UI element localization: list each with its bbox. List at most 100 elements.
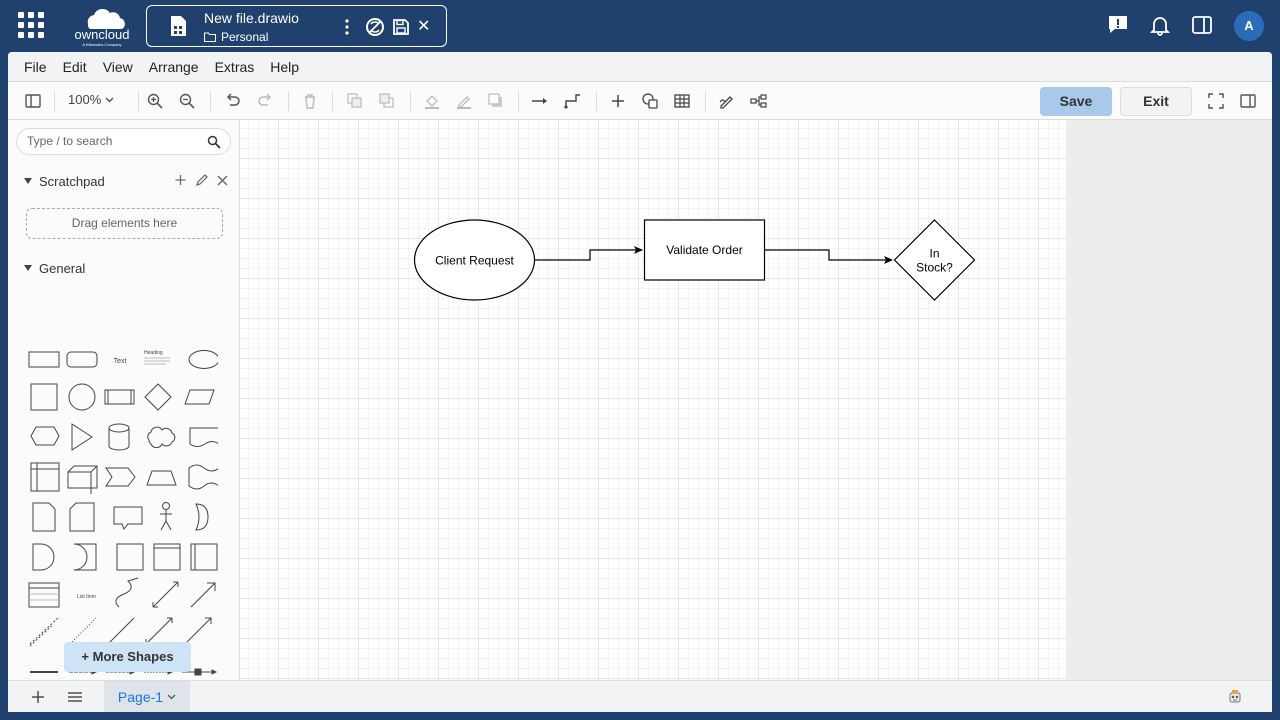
shape-card: [69, 502, 95, 532]
to-back-icon[interactable]: [378, 92, 396, 110]
format-panel-toggle-icon[interactable]: [24, 92, 42, 110]
general-shapes-palette[interactable]: Text Heading List Item: [28, 290, 218, 630]
canvas-area[interactable]: Client Request Validate Order In Stock?: [240, 120, 1272, 680]
menu-edit[interactable]: Edit: [63, 59, 87, 75]
shapes-icon[interactable]: [641, 92, 659, 110]
feedback-icon[interactable]: [1107, 14, 1129, 36]
shape-line: [107, 617, 135, 645]
insert-plus-icon[interactable]: [609, 92, 627, 110]
waypoints-icon[interactable]: [564, 92, 582, 110]
shape-bidirectional-connector: [145, 617, 173, 645]
scratchpad-dropzone[interactable]: Drag elements here: [26, 208, 223, 239]
menu-view[interactable]: View: [103, 59, 133, 75]
collapse-triangle-icon: [24, 178, 32, 184]
chevron-down-icon: [105, 97, 114, 102]
connection-arrow-icon[interactable]: [531, 92, 549, 110]
zoom-out-icon[interactable]: [178, 92, 196, 110]
collapse-triangle-icon: [24, 265, 32, 271]
pages-menu-icon[interactable]: [67, 689, 83, 705]
edit-pencil-icon[interactable]: [195, 173, 208, 187]
shapes-sidebar: Scratchpad Drag elements here General Te…: [8, 120, 240, 680]
freehand-draw-icon[interactable]: [718, 92, 736, 110]
node-validate-order-label: Validate Order: [666, 243, 742, 257]
scratchpad-header[interactable]: Scratchpad: [24, 171, 229, 191]
shape-parallelogram: [184, 389, 215, 405]
shape-text[interactable]: Text: [114, 358, 127, 365]
shape-cube: [67, 465, 98, 494]
exit-button[interactable]: Exit: [1120, 87, 1192, 116]
logo-text: owncloud: [75, 27, 130, 42]
format-sidebar-toggle-icon[interactable]: [1239, 92, 1257, 110]
add-icon[interactable]: [174, 173, 187, 187]
save-button[interactable]: Save: [1040, 87, 1112, 116]
table-icon[interactable]: [673, 92, 691, 110]
file-location-label: Personal: [221, 30, 269, 44]
menu-bar: File Edit View Arrange Extras Help: [8, 52, 1272, 82]
diagram[interactable]: Client Request Validate Order In Stock?: [240, 120, 1066, 680]
shape-rounded-rectangle: [66, 351, 98, 368]
page-tab-label: Page-1: [117, 689, 164, 705]
user-avatar[interactable]: A: [1234, 11, 1264, 41]
shape-process: [104, 389, 135, 405]
more-options-icon[interactable]: [343, 18, 351, 36]
menu-extras[interactable]: Extras: [215, 59, 255, 75]
shape-rectangle: [28, 351, 60, 368]
file-location[interactable]: Personal: [204, 30, 268, 44]
layout-tree-icon[interactable]: [750, 92, 768, 110]
node-in-stock-label-line-1: In: [929, 247, 939, 261]
owncloud-logo[interactable]: owncloud A Kiteworks Company: [64, 4, 140, 48]
zoom-value: 100%: [68, 92, 102, 107]
search-input[interactable]: [27, 134, 197, 148]
shape-trapezoid: [146, 470, 177, 486]
zoom-select[interactable]: 100%: [68, 92, 114, 107]
more-shapes-button[interactable]: + More Shapes: [64, 642, 191, 672]
fill-color-icon[interactable]: [423, 92, 441, 110]
delete-icon[interactable]: [301, 92, 319, 110]
to-front-icon[interactable]: [346, 92, 364, 110]
node-client-request-label: Client Request: [435, 254, 514, 268]
shape-cloud: [147, 426, 176, 449]
shape-callout: [113, 506, 143, 530]
add-page-icon[interactable]: [30, 689, 46, 705]
tab-page-1[interactable]: Page-1: [104, 681, 190, 712]
zoom-in-icon[interactable]: [146, 92, 164, 110]
app-grid-icon[interactable]: [18, 12, 44, 38]
shape-arrow: [190, 582, 216, 608]
menu-file[interactable]: File: [24, 59, 47, 75]
undo-icon[interactable]: [224, 92, 242, 110]
general-header[interactable]: General: [24, 258, 229, 278]
shape-internal-storage: [30, 462, 60, 492]
menu-arrange[interactable]: Arrange: [149, 59, 199, 75]
node-in-stock-label-line-2: Stock?: [916, 261, 953, 275]
logo-tagline: A Kiteworks Company: [82, 42, 121, 47]
shape-search[interactable]: [16, 128, 231, 155]
sidebar-toggle-icon[interactable]: [1191, 14, 1213, 36]
shape-list-item[interactable]: List Item: [77, 594, 96, 600]
shape-dashed-line: [29, 617, 59, 645]
diagram-page[interactable]: Client Request Validate Order In Stock?: [240, 120, 1066, 680]
shape-triangle: [71, 423, 93, 451]
shape-heading[interactable]: Heading: [144, 350, 163, 356]
line-color-icon[interactable]: [455, 92, 473, 110]
drawio-mascot-icon[interactable]: [1227, 689, 1243, 705]
edge-client-to-validate[interactable]: [535, 246, 643, 261]
shape-dotted-line: [69, 617, 97, 645]
close-icon[interactable]: ✕: [417, 18, 431, 36]
menu-help[interactable]: Help: [270, 59, 299, 75]
shape-and: [32, 543, 55, 571]
close-icon[interactable]: [216, 173, 229, 187]
shape-step: [105, 467, 136, 487]
shape-directional-connector: [184, 617, 212, 645]
redo-icon[interactable]: [256, 92, 274, 110]
notifications-bell-icon[interactable]: [1149, 14, 1171, 36]
edge-validate-to-stock[interactable]: [765, 249, 893, 264]
general-title: General: [39, 260, 86, 276]
shape-bidirectional-arrow: [152, 581, 179, 608]
shadow-icon[interactable]: [487, 92, 505, 110]
fullscreen-icon[interactable]: [1207, 92, 1225, 110]
search-icon[interactable]: [207, 135, 221, 149]
save-icon[interactable]: [391, 17, 411, 37]
shape-note: [32, 502, 56, 532]
autosave-off-icon[interactable]: [365, 17, 385, 37]
chevron-down-icon[interactable]: [167, 694, 176, 700]
